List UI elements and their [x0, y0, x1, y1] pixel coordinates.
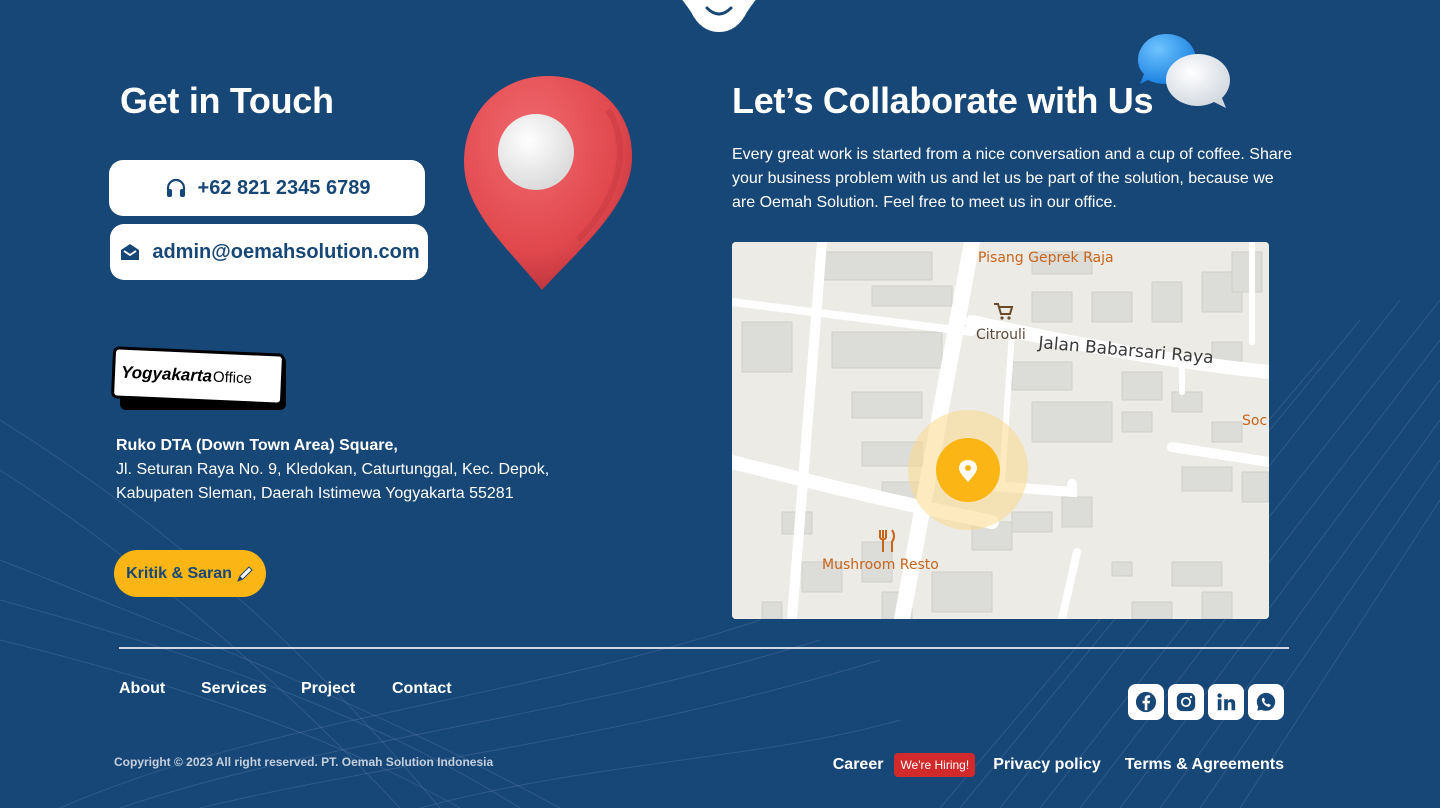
- map-label-citrouli: Citrouli: [976, 327, 1026, 343]
- nav-about[interactable]: About: [119, 680, 201, 698]
- footer-bottom-links: Career We're Hiring! Privacy policy Term…: [833, 753, 1284, 777]
- feedback-button-label: Kritik & Saran: [126, 564, 232, 582]
- address-line-2: Jl. Seturan Raya No. 9, Kledokan, Caturt…: [116, 461, 550, 478]
- location-pin-illustration: [464, 76, 633, 290]
- office-badge: Yogyakarta Office: [110, 346, 290, 412]
- social-links: [1128, 684, 1284, 720]
- map-label-soc: Soc: [1242, 413, 1267, 429]
- whatsapp-link[interactable]: [1248, 684, 1284, 720]
- map-label-pisang-geprek: Pisang Geprek Raja: [978, 250, 1114, 266]
- nav-services[interactable]: Services: [201, 680, 301, 698]
- terms-link[interactable]: Terms & Agreements: [1125, 756, 1284, 774]
- facebook-icon: [1135, 691, 1157, 713]
- instagram-icon: [1176, 692, 1196, 712]
- feedback-button[interactable]: Kritik & Saran: [114, 550, 266, 597]
- office-map[interactable]: Pisang Geprek Raja Citrouli Jalan Babars…: [732, 242, 1269, 619]
- facebook-link[interactable]: [1128, 684, 1164, 720]
- footer-nav: About Services Project Contact: [119, 680, 452, 698]
- address-line-3: Kabupaten Sleman, Daerah Istimewa Yogyak…: [116, 485, 514, 502]
- office-address: Ruko DTA (Down Town Area) Square, Jl. Se…: [116, 434, 586, 506]
- collaborate-heading: Let’s Collaborate with Us: [732, 80, 1154, 121]
- instagram-link[interactable]: [1168, 684, 1204, 720]
- whatsapp-icon: [1256, 692, 1276, 711]
- email-address: admin@oemahsolution.com: [152, 240, 420, 263]
- office-badge-card: Yogyakarta Office: [110, 346, 286, 406]
- linkedin-link[interactable]: [1208, 684, 1244, 720]
- phone-number: +62 821 2345 6789: [197, 176, 371, 199]
- chat-bubbles-icon: [1138, 34, 1230, 108]
- career-link[interactable]: Career: [833, 756, 884, 774]
- nav-project[interactable]: Project: [301, 680, 392, 698]
- email-pill[interactable]: admin@oemahsolution.com: [110, 224, 428, 280]
- linkedin-icon: [1217, 693, 1236, 711]
- top-notch-smile: [682, 0, 756, 32]
- collaborate-paragraph: Every great work is started from a nice …: [732, 146, 1292, 211]
- nav-contact[interactable]: Contact: [392, 680, 452, 698]
- envelope-open-icon: [121, 244, 140, 260]
- privacy-policy-link[interactable]: Privacy policy: [993, 756, 1101, 774]
- get-in-touch-heading: Get in Touch: [120, 80, 334, 121]
- headset-icon: [166, 178, 185, 197]
- phone-pill[interactable]: +62 821 2345 6789: [109, 160, 425, 216]
- copyright-text: Copyright © 2023 All right reserved. PT.…: [114, 755, 494, 769]
- address-line-1: Ruko DTA (Down Town Area) Square,: [116, 437, 398, 454]
- office-city: Yogyakarta: [120, 362, 213, 386]
- pencil-icon: [237, 565, 253, 582]
- map-label-mushroom-resto: Mushroom Resto: [822, 557, 939, 573]
- footer-divider: [119, 647, 1289, 649]
- office-word: Office: [212, 368, 253, 387]
- hiring-badge[interactable]: We're Hiring!: [894, 753, 976, 777]
